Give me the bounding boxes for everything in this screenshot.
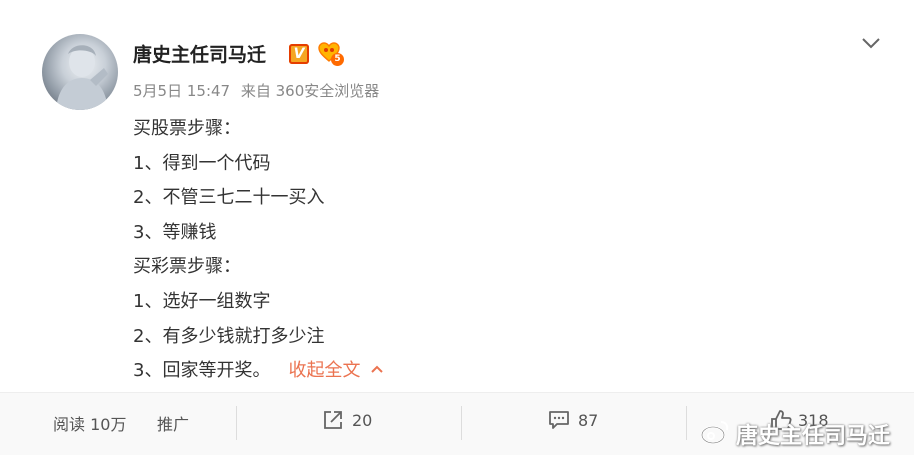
post-date[interactable]: 5月5日 15:47 [133,82,230,100]
watermark-text: 唐史主任司马迁 [736,424,891,449]
content-line: 3、回家等开奖。 [133,360,271,382]
post-content: 买股票步骤： 1、得到一个代码 2、不管三七二十一买入 3、等赚钱 买彩票步骤：… [133,112,384,389]
footer-divider [461,406,462,440]
repost-count[interactable]: 20 [352,411,372,430]
post-source[interactable]: 来自 360安全浏览器 [241,82,379,100]
footer-divider [686,406,687,440]
content-line: 1、选好一组数字 [133,290,271,312]
content-line: 3、等赚钱 [133,221,217,243]
post-meta: 5月5日 15:47 来自 360安全浏览器 [133,80,385,101]
chevron-up-icon [371,365,384,373]
more-options-chevron-icon[interactable] [860,34,882,52]
weibo-post-card: 唐史主任司马迁 V 5 5月5日 15:47 来自 360安全浏览器 买股票步骤… [0,0,914,455]
promote-button[interactable]: 推广 [157,411,189,435]
verified-badge-icon[interactable]: V [289,44,309,64]
vip-level-number: 5 [331,53,344,66]
footer-divider [236,406,237,440]
repost-icon[interactable] [322,409,344,431]
content-line: 2、不管三七二十一买入 [133,187,325,209]
author-name[interactable]: 唐史主任司马迁 [133,40,266,67]
comment-icon[interactable] [548,409,570,431]
author-avatar[interactable] [42,34,118,110]
read-count: 阅读 10万 [53,415,127,434]
content-line: 买彩票步骤： [133,256,241,278]
vip-level-icon[interactable]: 5 [318,42,344,66]
weibo-logo-icon [700,421,729,445]
comment-count[interactable]: 87 [578,411,598,430]
collapse-full-text-link[interactable]: 收起全文 [288,360,384,381]
content-line: 1、得到一个代码 [133,152,271,174]
collapse-label: 收起全文 [288,360,361,382]
content-line: 买股票步骤： [133,118,241,139]
content-line: 2、有多少钱就打多少注 [133,325,325,347]
content-line-last: 3、回家等开奖。 收起全文 [133,354,384,389]
